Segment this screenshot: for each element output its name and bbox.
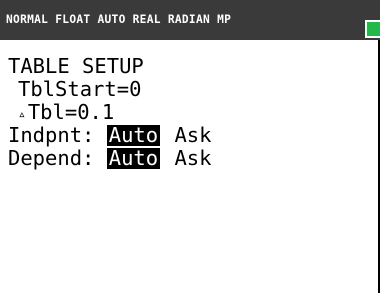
indpnt-setting: Indpnt: Auto Ask — [8, 124, 214, 147]
indpnt-label: Indpnt: — [8, 123, 95, 147]
calculator-screen: NORMAL FLOAT AUTO REAL RADIAN MP TABLE S… — [0, 0, 380, 293]
mode-status-text: NORMAL FLOAT AUTO REAL RADIAN MP — [6, 13, 232, 26]
battery-icon — [365, 20, 380, 38]
tblstart-setting[interactable]: TblStart=0 — [8, 78, 214, 101]
delta-tbl-text: Tbl=0.1 — [27, 100, 115, 124]
depend-label: Depend: — [8, 146, 95, 170]
indpnt-option-ask[interactable]: Ask — [172, 125, 213, 146]
table-setup-panel: TABLE SETUP TblStart=0 ▵Tbl=0.1 Indpnt: … — [8, 55, 214, 170]
table-setup-title: TABLE SETUP — [8, 54, 144, 78]
delta-tbl-setting[interactable]: ▵Tbl=0.1 — [8, 101, 214, 124]
depend-option-auto[interactable]: Auto — [106, 148, 161, 169]
depend-setting: Depend: Auto Ask — [8, 147, 214, 170]
status-bar: NORMAL FLOAT AUTO REAL RADIAN MP — [0, 0, 380, 40]
indpnt-option-auto[interactable]: Auto — [106, 125, 161, 146]
depend-option-ask[interactable]: Ask — [172, 148, 213, 169]
